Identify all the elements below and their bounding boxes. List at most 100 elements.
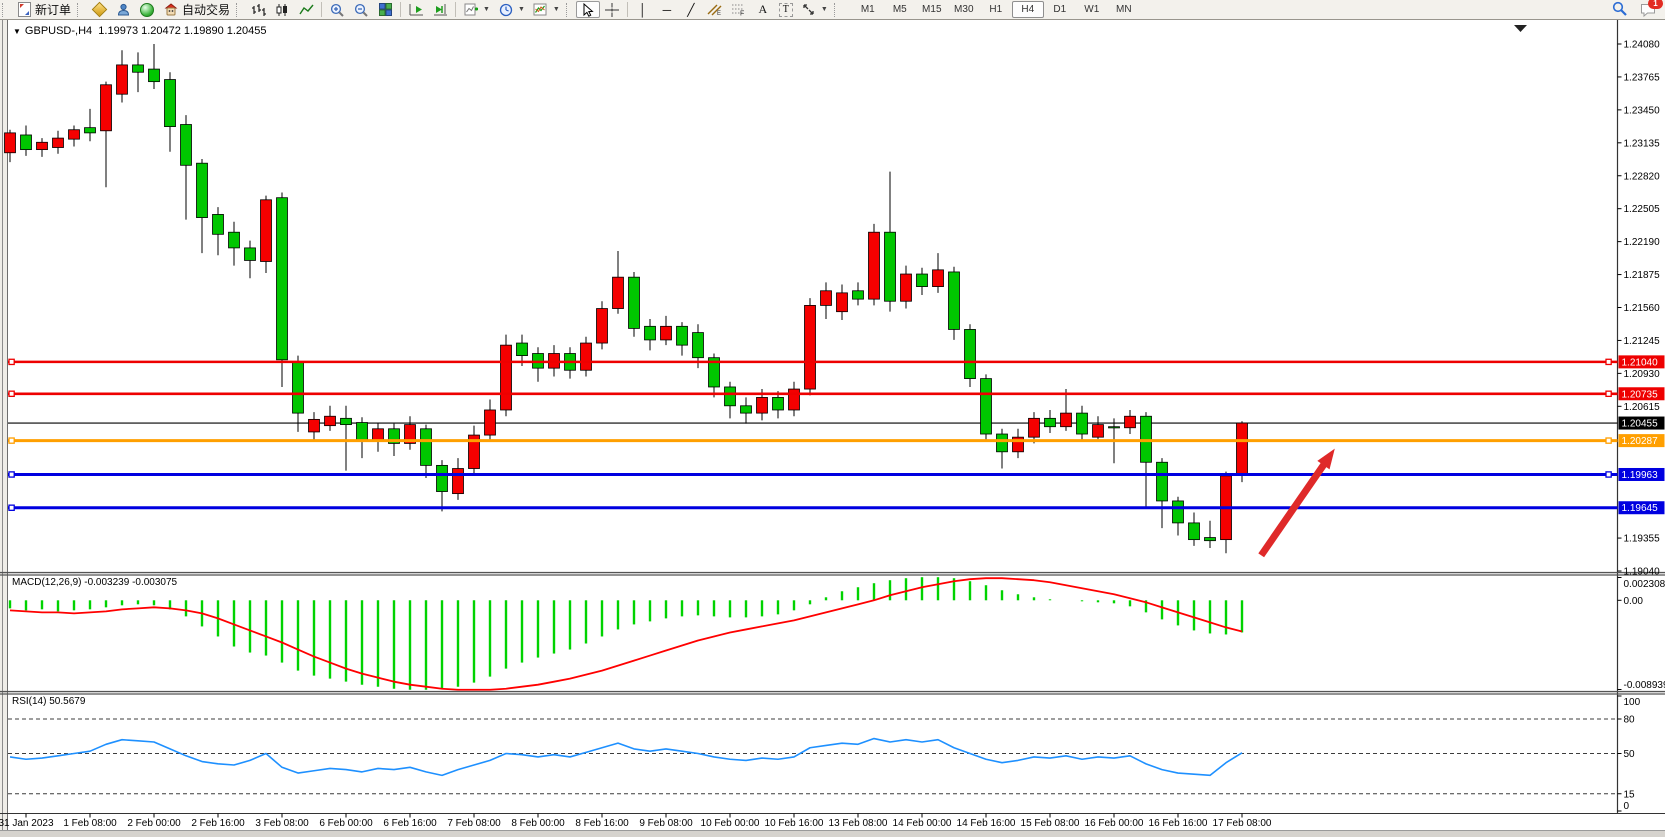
price-tick: 1.22820 (1624, 171, 1661, 182)
cursor-button[interactable] (576, 1, 600, 18)
price-tick: 1.23450 (1624, 105, 1661, 116)
time-tick-label: 2 Feb 00:00 (127, 818, 181, 829)
trendline-icon: ╱ (683, 2, 699, 17)
macd-signal-line (10, 578, 1242, 690)
rsi-line (10, 739, 1242, 776)
new-chart-icon (463, 2, 479, 17)
chevron-down-icon: ▼ (518, 6, 525, 13)
timeframe-MN[interactable]: MN (1108, 1, 1140, 18)
new-order-button[interactable]: 新订单 (12, 1, 75, 18)
timeframe-W1[interactable]: W1 (1076, 1, 1108, 18)
person-icon (115, 2, 131, 17)
vertical-line-button[interactable]: │ (631, 1, 655, 18)
autotrading-button[interactable]: 自动交易 (159, 1, 234, 18)
crosshair-button[interactable] (600, 1, 624, 18)
tile-windows-button[interactable] (373, 1, 397, 18)
price-tick: 1.20615 (1624, 402, 1661, 413)
chart-shift-button[interactable] (428, 1, 452, 18)
timeframe-D1[interactable]: D1 (1044, 1, 1076, 18)
toolbar-grip[interactable] (236, 3, 243, 17)
metaeditor-button[interactable] (87, 1, 111, 18)
chart-shift-marker[interactable] (1514, 25, 1527, 32)
time-tick-label: 10 Feb 00:00 (701, 818, 760, 829)
search-icon[interactable] (1612, 1, 1627, 19)
chart-symbol: GBPUSD-,H4 (25, 25, 92, 37)
equidistant-channel-button[interactable]: E (703, 1, 727, 18)
horizontal-line-button[interactable]: ─ (655, 1, 679, 18)
time-tick-label: 14 Feb 00:00 (893, 818, 952, 829)
timeframe-H4[interactable]: H4 (1012, 1, 1044, 18)
svg-text:1.20287: 1.20287 (1622, 436, 1659, 447)
fibonacci-icon: F (731, 2, 747, 17)
timeframe-M1[interactable]: M1 (852, 1, 884, 18)
cursor-icon (580, 2, 596, 17)
new-order-icon (16, 2, 32, 17)
svg-text:1.21040: 1.21040 (1622, 357, 1659, 368)
price-tick: 1.20930 (1624, 369, 1661, 380)
bar-chart-button[interactable] (246, 1, 270, 18)
metaeditor-icon (91, 2, 107, 17)
chart-shift-icon (432, 2, 448, 17)
rsi-tick: 80 (1624, 715, 1636, 726)
tile-windows-icon (377, 2, 393, 17)
text-button[interactable]: A (751, 1, 775, 18)
zoom-in-button[interactable] (325, 1, 349, 18)
fibonacci-button[interactable]: F (727, 1, 751, 18)
horizontal-line-icon: ─ (659, 2, 675, 17)
toolbar-grip[interactable] (834, 3, 841, 17)
trendline-button[interactable]: ╱ (679, 1, 703, 18)
arrows-button[interactable]: ▼ (797, 1, 832, 18)
rsi-tick: 15 (1624, 789, 1636, 800)
time-tick-label: 16 Feb 16:00 (1149, 818, 1208, 829)
price-tick: 1.23135 (1624, 138, 1661, 149)
time-tick-label: 1 Feb 08:00 (63, 818, 117, 829)
symbol-dropdown-icon[interactable]: ▼ (13, 27, 21, 36)
zoom-out-button[interactable] (349, 1, 373, 18)
notifications-button[interactable]: 1 (1640, 3, 1656, 17)
candlestick-icon (274, 2, 290, 17)
toolbar-right: 1 (1612, 1, 1656, 19)
toolbar: 新订单 自动交易 (0, 0, 1665, 20)
line-chart-button[interactable] (294, 1, 318, 18)
candlestick-chart-button[interactable] (270, 1, 294, 18)
price-tick: 1.24080 (1624, 40, 1661, 51)
rsi-tick: 100 (1624, 697, 1641, 708)
vertical-line-icon: │ (635, 2, 651, 17)
time-tick-label: 31 Jan 2023 (0, 818, 54, 829)
auto-scroll-button[interactable] (404, 1, 428, 18)
time-tick-label: 9 Feb 08:00 (639, 818, 693, 829)
time-tick-label: 8 Feb 16:00 (575, 818, 629, 829)
chart-canvas[interactable]: 1.240801.237651.234501.231351.228201.225… (0, 0, 1665, 837)
time-tick-label: 10 Feb 16:00 (765, 818, 824, 829)
timeframe-M30[interactable]: M30 (948, 1, 980, 18)
toolbar-grip[interactable] (2, 3, 9, 17)
price-tick: 1.21875 (1624, 270, 1661, 281)
svg-text:1.20455: 1.20455 (1622, 419, 1659, 430)
signals-button[interactable] (135, 1, 159, 18)
timeframe-H1[interactable]: H1 (980, 1, 1012, 18)
templates-button[interactable]: ▼ (529, 1, 564, 18)
price-tick: 1.19355 (1624, 534, 1661, 545)
autotrading-label: 自动交易 (182, 1, 230, 18)
line-chart-icon (298, 2, 314, 17)
time-tick-label: 6 Feb 16:00 (383, 818, 437, 829)
chevron-down-icon: ▼ (553, 6, 560, 13)
rsi-tick: 50 (1624, 749, 1636, 760)
community-button[interactable] (111, 1, 135, 18)
text-label-button[interactable]: T (775, 1, 797, 18)
rsi-tick: 0 (1624, 801, 1630, 812)
chevron-down-icon: ▼ (821, 6, 828, 13)
periods-button[interactable]: ▼ (494, 1, 529, 18)
svg-text:F: F (740, 11, 744, 17)
macd-tick: -0.008939 (1624, 680, 1665, 691)
macd-tick: 0.002308 (1624, 579, 1665, 590)
price-tick: 1.19040 (1624, 567, 1661, 578)
timeframe-M15[interactable]: M15 (916, 1, 948, 18)
svg-text:E: E (717, 11, 721, 16)
new-chart-button[interactable]: ▼ (459, 1, 494, 18)
toolbar-grip[interactable] (77, 3, 84, 17)
toolbar-grip[interactable] (566, 3, 573, 17)
chevron-down-icon: ▼ (483, 6, 490, 13)
timeframe-M5[interactable]: M5 (884, 1, 916, 18)
chart-ohlc: 1.19973 1.20472 1.19890 1.20455 (98, 25, 266, 37)
